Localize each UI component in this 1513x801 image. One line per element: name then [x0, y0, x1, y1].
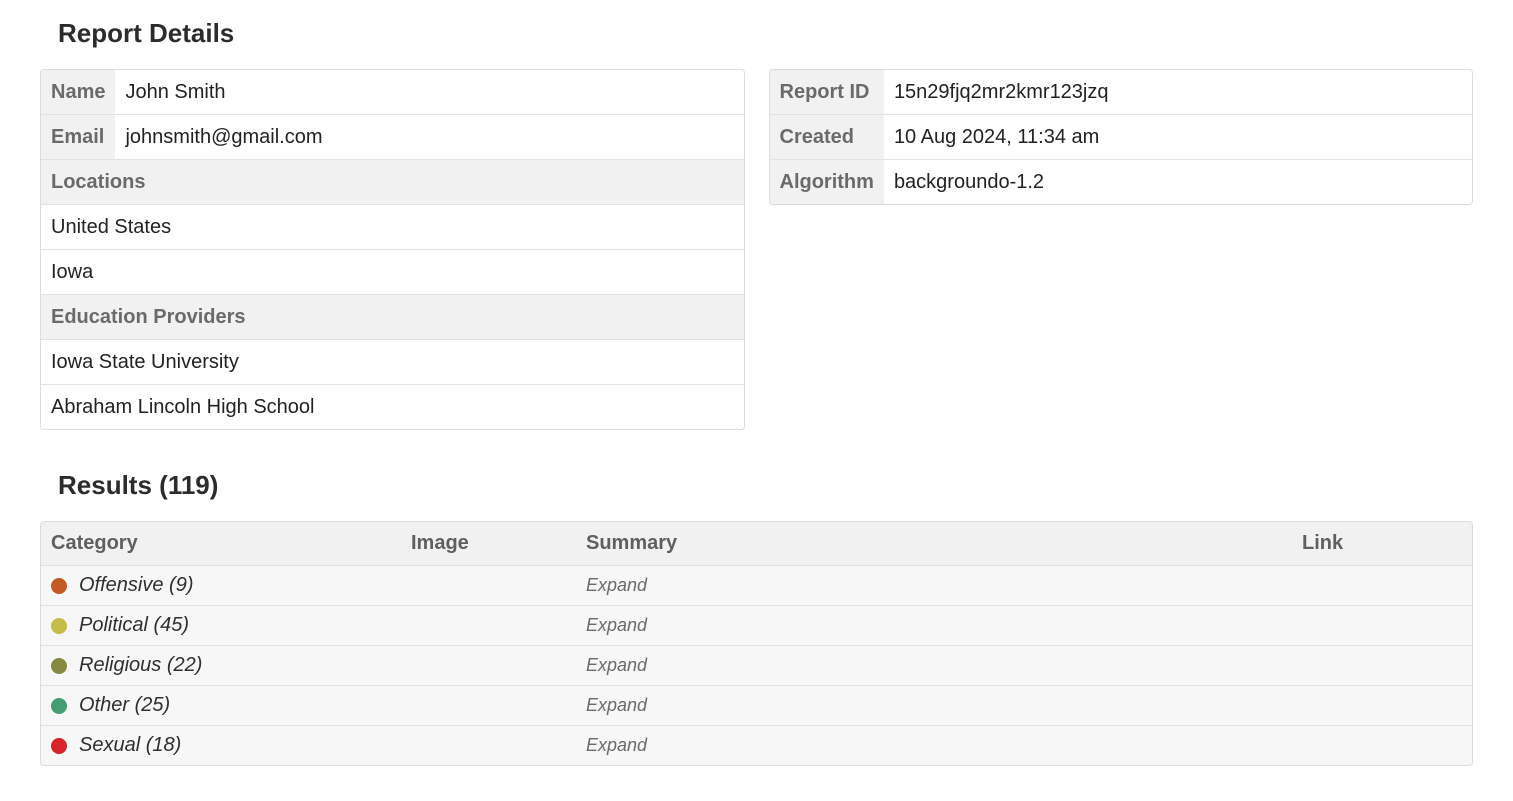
link-cell — [1292, 646, 1472, 686]
link-cell — [1292, 726, 1472, 765]
education-value: Iowa State University — [41, 340, 744, 385]
column-header-image: Image — [401, 522, 576, 566]
link-cell — [1292, 566, 1472, 606]
category-label: Religious (22) — [79, 654, 202, 677]
category-label: Sexual (18) — [79, 734, 181, 757]
locations-header-row: Locations — [41, 160, 744, 205]
locations-label: Locations — [41, 160, 744, 205]
image-cell — [401, 726, 576, 765]
created-label: Created — [770, 115, 884, 160]
results-row[interactable]: Offensive (9) Expand — [41, 566, 1472, 606]
name-value: John Smith — [115, 70, 743, 115]
category-label: Offensive (9) — [79, 574, 193, 597]
category-cell: Sexual (18) — [51, 734, 391, 757]
report-meta-panel: Report ID 15n29fjq2mr2kmr123jzq Created … — [769, 69, 1474, 205]
category-color-dot-icon — [51, 698, 67, 714]
report-details-heading: Report Details — [58, 18, 1473, 49]
created-row: Created 10 Aug 2024, 11:34 am — [770, 115, 1473, 160]
education-value: Abraham Lincoln High School — [41, 385, 744, 430]
report-id-label: Report ID — [770, 70, 884, 115]
results-row[interactable]: Religious (22) Expand — [41, 646, 1472, 686]
link-cell — [1292, 686, 1472, 726]
category-label: Other (25) — [79, 694, 170, 717]
category-cell: Other (25) — [51, 694, 391, 717]
column-header-link: Link — [1292, 522, 1472, 566]
name-row: Name John Smith — [41, 70, 744, 115]
education-label: Education Providers — [41, 295, 744, 340]
expand-link[interactable]: Expand — [586, 735, 647, 755]
education-row: Abraham Lincoln High School — [41, 385, 744, 430]
results-table: Category Image Summary Link Offensive (9… — [40, 521, 1473, 766]
algorithm-row: Algorithm backgroundo-1.2 — [770, 160, 1473, 205]
report-id-row: Report ID 15n29fjq2mr2kmr123jzq — [770, 70, 1473, 115]
location-row: Iowa — [41, 250, 744, 295]
algorithm-label: Algorithm — [770, 160, 884, 205]
image-cell — [401, 566, 576, 606]
expand-link[interactable]: Expand — [586, 695, 647, 715]
email-row: Email johnsmith@gmail.com — [41, 115, 744, 160]
results-row[interactable]: Sexual (18) Expand — [41, 726, 1472, 765]
category-cell: Political (45) — [51, 614, 391, 637]
link-cell — [1292, 606, 1472, 646]
category-color-dot-icon — [51, 618, 67, 634]
category-color-dot-icon — [51, 738, 67, 754]
name-label: Name — [41, 70, 115, 115]
algorithm-value: backgroundo-1.2 — [884, 160, 1472, 205]
category-label: Political (45) — [79, 614, 189, 637]
category-color-dot-icon — [51, 658, 67, 674]
expand-link[interactable]: Expand — [586, 575, 647, 595]
email-value: johnsmith@gmail.com — [115, 115, 743, 160]
column-header-category: Category — [41, 522, 401, 566]
expand-link[interactable]: Expand — [586, 655, 647, 675]
category-cell: Religious (22) — [51, 654, 391, 677]
created-value: 10 Aug 2024, 11:34 am — [884, 115, 1472, 160]
report-id-value: 15n29fjq2mr2kmr123jzq — [884, 70, 1472, 115]
image-cell — [401, 686, 576, 726]
category-cell: Offensive (9) — [51, 574, 391, 597]
results-heading-count: 119 — [168, 470, 210, 500]
location-value: Iowa — [41, 250, 744, 295]
education-row: Iowa State University — [41, 340, 744, 385]
subject-details-panel: Name John Smith Email johnsmith@gmail.co… — [40, 69, 745, 430]
location-row: United States — [41, 205, 744, 250]
column-header-summary: Summary — [576, 522, 1292, 566]
location-value: United States — [41, 205, 744, 250]
results-row[interactable]: Political (45) Expand — [41, 606, 1472, 646]
results-heading: Results (119) — [58, 470, 1473, 501]
expand-link[interactable]: Expand — [586, 615, 647, 635]
results-row[interactable]: Other (25) Expand — [41, 686, 1472, 726]
results-heading-label: Results — [58, 470, 152, 500]
email-label: Email — [41, 115, 115, 160]
education-header-row: Education Providers — [41, 295, 744, 340]
category-color-dot-icon — [51, 578, 67, 594]
image-cell — [401, 646, 576, 686]
image-cell — [401, 606, 576, 646]
